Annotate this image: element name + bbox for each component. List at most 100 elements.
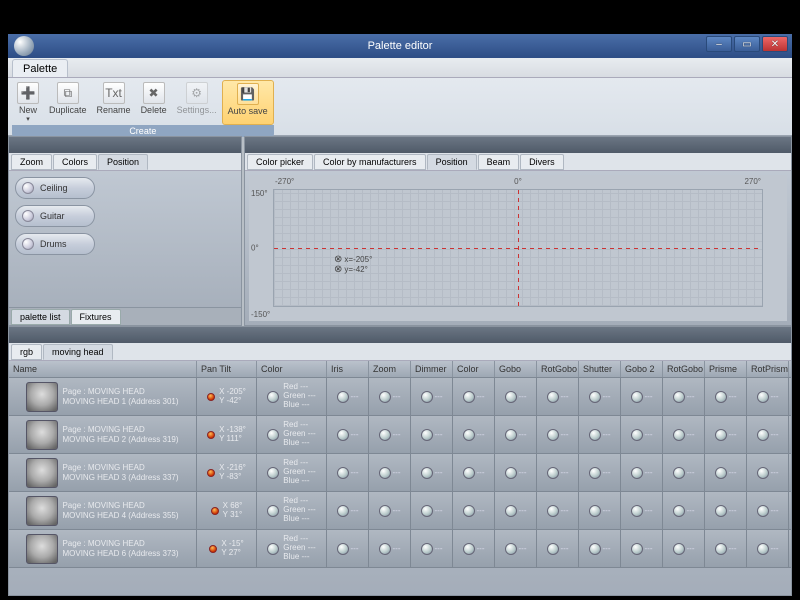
cell-param[interactable]: --- <box>537 454 579 491</box>
cell-param[interactable]: --- <box>495 454 537 491</box>
cell-param[interactable]: --- <box>705 378 747 415</box>
minimize-button[interactable]: – <box>706 36 732 52</box>
col-iris[interactable]: Iris <box>327 361 369 377</box>
cell-param[interactable]: --- <box>453 454 495 491</box>
cell-param[interactable]: --- <box>369 454 411 491</box>
cell-pantilt[interactable]: X 68°Y 31° <box>197 492 257 529</box>
cell-param[interactable]: --- <box>663 378 705 415</box>
maximize-button[interactable]: ▭ <box>734 36 760 52</box>
tab-position-right[interactable]: Position <box>427 154 477 170</box>
table-row[interactable]: Page : MOVING HEAD MOVING HEAD 2 (Addres… <box>9 416 791 454</box>
tab-moving-head[interactable]: moving head <box>43 344 113 360</box>
cell-param[interactable]: --- <box>579 454 621 491</box>
cell-param[interactable]: --- <box>411 454 453 491</box>
table-row[interactable]: Page : MOVING HEAD MOVING HEAD 6 (Addres… <box>9 530 791 568</box>
col-zoom[interactable]: Zoom <box>369 361 411 377</box>
col-gobo2[interactable]: Gobo 2 <box>621 361 663 377</box>
col-rotprisme2[interactable]: RotPrisme 2 <box>747 361 789 377</box>
table-row[interactable]: Page : MOVING HEAD MOVING HEAD 1 (Addres… <box>9 378 791 416</box>
cell-param[interactable]: --- <box>495 492 537 529</box>
tab-position[interactable]: Position <box>98 154 148 170</box>
cell-param[interactable]: --- <box>537 416 579 453</box>
cell-param[interactable]: --- <box>369 416 411 453</box>
autosave-button[interactable]: 💾Auto save <box>222 80 274 125</box>
col-color2[interactable]: Color <box>453 361 495 377</box>
tab-rgb[interactable]: rgb <box>11 344 42 360</box>
cell-param[interactable]: --- <box>495 530 537 567</box>
cell-param[interactable]: --- <box>327 454 369 491</box>
cell-param[interactable]: --- <box>453 378 495 415</box>
cell-param[interactable]: --- <box>411 378 453 415</box>
close-button[interactable]: ✕ <box>762 36 788 52</box>
tab-zoom[interactable]: Zoom <box>11 154 52 170</box>
tab-divers[interactable]: Divers <box>520 154 564 170</box>
cell-param[interactable]: --- <box>621 530 663 567</box>
cell-param[interactable]: --- <box>495 416 537 453</box>
tab-palette-list[interactable]: palette list <box>11 309 70 325</box>
ribbon-tab-palette[interactable]: Palette <box>12 59 68 77</box>
preset-ceiling[interactable]: Ceiling <box>15 177 95 199</box>
xy-pad[interactable]: -270° 0° 270° 150° 0° -150° x=-205° y=-4… <box>249 175 787 321</box>
cell-param[interactable]: --- <box>411 416 453 453</box>
cell-param[interactable]: --- <box>747 416 789 453</box>
cell-param[interactable]: --- <box>705 454 747 491</box>
cell-param[interactable]: --- <box>369 530 411 567</box>
cell-color[interactable]: Red ---Green ---Blue --- <box>257 492 327 529</box>
cell-param[interactable]: --- <box>327 492 369 529</box>
cell-param[interactable]: --- <box>621 454 663 491</box>
cell-pantilt[interactable]: X -15°Y 27° <box>197 530 257 567</box>
cell-param[interactable]: --- <box>537 492 579 529</box>
cell-param[interactable]: --- <box>327 378 369 415</box>
cell-param[interactable]: --- <box>537 530 579 567</box>
cell-param[interactable]: --- <box>663 416 705 453</box>
cell-pantilt[interactable]: X -138°Y 111° <box>197 416 257 453</box>
col-name[interactable]: Name <box>9 361 197 377</box>
cell-color[interactable]: Red ---Green ---Blue --- <box>257 454 327 491</box>
cell-pantilt[interactable]: X -216°Y -83° <box>197 454 257 491</box>
tab-color-manufacturers[interactable]: Color by manufacturers <box>314 154 426 170</box>
cell-param[interactable]: --- <box>747 492 789 529</box>
cell-param[interactable]: --- <box>621 492 663 529</box>
col-shutter[interactable]: Shutter <box>579 361 621 377</box>
cell-param[interactable]: --- <box>537 378 579 415</box>
cell-param[interactable]: --- <box>579 492 621 529</box>
cell-param[interactable]: --- <box>663 492 705 529</box>
app-orb-icon[interactable] <box>14 36 34 56</box>
cell-param[interactable]: --- <box>705 530 747 567</box>
cell-param[interactable]: --- <box>747 454 789 491</box>
preset-guitar[interactable]: Guitar <box>15 205 95 227</box>
cell-param[interactable]: --- <box>411 530 453 567</box>
cell-param[interactable]: --- <box>621 416 663 453</box>
table-row[interactable]: Page : MOVING HEAD MOVING HEAD 3 (Addres… <box>9 454 791 492</box>
rename-button[interactable]: TxtRename <box>92 80 136 125</box>
cell-param[interactable]: --- <box>369 492 411 529</box>
tab-fixtures[interactable]: Fixtures <box>71 309 121 325</box>
cell-param[interactable]: --- <box>411 492 453 529</box>
table-row[interactable]: Page : MOVING HEAD MOVING HEAD 4 (Addres… <box>9 492 791 530</box>
cell-param[interactable]: --- <box>453 492 495 529</box>
col-rotgobo2[interactable]: RotGobo 2 <box>663 361 705 377</box>
cell-color[interactable]: Red ---Green ---Blue --- <box>257 378 327 415</box>
col-gobo[interactable]: Gobo <box>495 361 537 377</box>
cell-param[interactable]: --- <box>369 378 411 415</box>
tab-beam[interactable]: Beam <box>478 154 520 170</box>
cell-param[interactable]: --- <box>747 530 789 567</box>
cell-param[interactable]: --- <box>327 530 369 567</box>
cell-param[interactable]: --- <box>453 416 495 453</box>
cell-param[interactable]: --- <box>495 378 537 415</box>
new-button[interactable]: ➕New▾ <box>12 80 44 125</box>
settings-button[interactable]: ⚙Settings... <box>172 80 222 125</box>
col-dimmer[interactable]: Dimmer <box>411 361 453 377</box>
cell-pantilt[interactable]: X -205°Y -42° <box>197 378 257 415</box>
cell-param[interactable]: --- <box>327 416 369 453</box>
cell-param[interactable]: --- <box>579 416 621 453</box>
cell-param[interactable]: --- <box>579 378 621 415</box>
cell-color[interactable]: Red ---Green ---Blue --- <box>257 530 327 567</box>
col-color[interactable]: Color <box>257 361 327 377</box>
duplicate-button[interactable]: ⧉Duplicate <box>44 80 92 125</box>
cell-param[interactable]: --- <box>705 492 747 529</box>
cell-param[interactable]: --- <box>663 530 705 567</box>
tab-color-picker[interactable]: Color picker <box>247 154 313 170</box>
cell-color[interactable]: Red ---Green ---Blue --- <box>257 416 327 453</box>
col-prisme[interactable]: Prisme <box>705 361 747 377</box>
